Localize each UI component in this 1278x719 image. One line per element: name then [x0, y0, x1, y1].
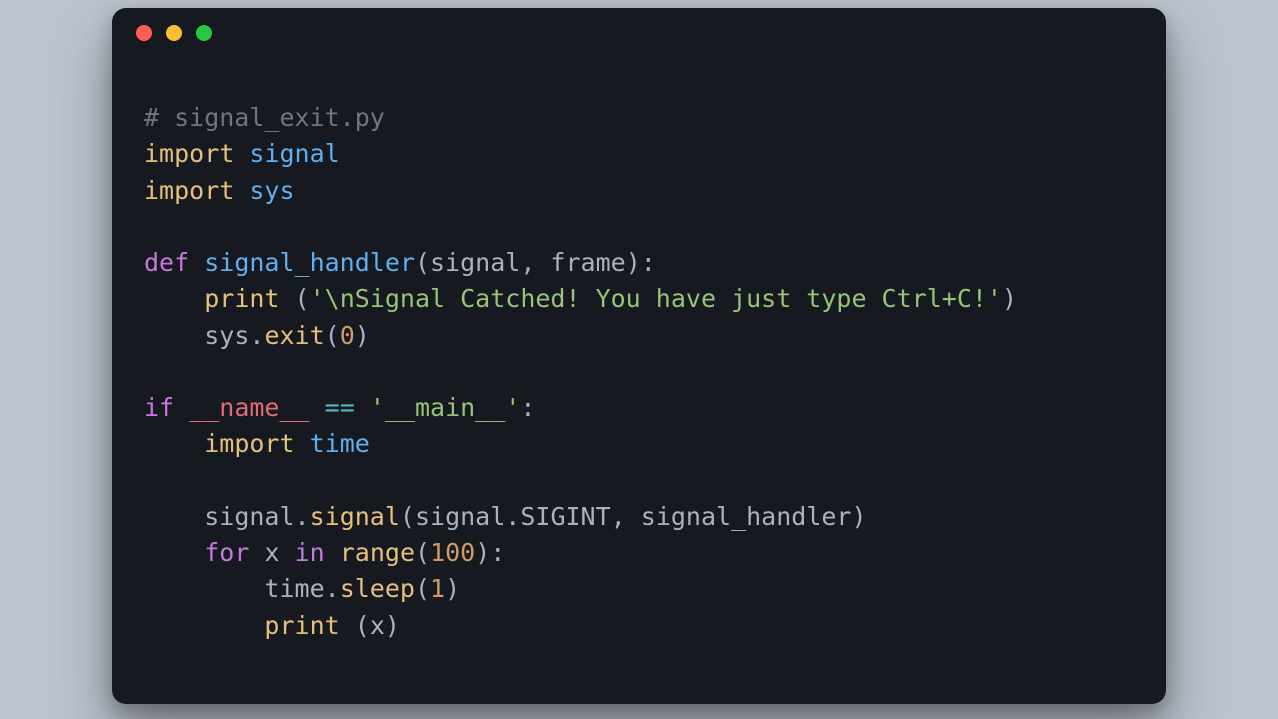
code-token: ) — [385, 611, 400, 640]
code-token: signal — [310, 502, 400, 531]
code-token — [189, 248, 204, 277]
code-token: print — [204, 284, 279, 313]
code-line: for x in range(100): — [144, 535, 1134, 571]
code-token: import — [144, 176, 234, 205]
code-token — [279, 284, 294, 313]
code-token: in — [295, 538, 325, 567]
code-token: exit — [264, 321, 324, 350]
code-token: 100 — [430, 538, 475, 567]
code-token: import — [144, 139, 234, 168]
code-line: import signal — [144, 136, 1134, 172]
window-titlebar — [112, 8, 1166, 58]
code-token: , — [611, 502, 641, 531]
code-token: sleep — [340, 574, 415, 603]
code-token: def — [144, 248, 189, 277]
editor-window: # signal_exit.pyimport signalimport sys … — [112, 8, 1166, 704]
code-block: # signal_exit.pyimport signalimport sys … — [112, 58, 1166, 644]
code-token: for — [204, 538, 249, 567]
close-icon[interactable] — [136, 25, 152, 41]
code-token — [355, 393, 370, 422]
code-token: ) — [355, 321, 370, 350]
code-token — [144, 321, 204, 350]
minimize-icon[interactable] — [166, 25, 182, 41]
code-token: # signal_exit.py — [144, 103, 385, 132]
code-token: ): — [626, 248, 656, 277]
code-token — [340, 611, 355, 640]
code-line: import sys — [144, 173, 1134, 209]
code-line: def signal_handler(signal, frame): — [144, 245, 1134, 281]
code-line — [144, 209, 1134, 245]
code-token: ( — [415, 574, 430, 603]
code-token: signal — [430, 248, 520, 277]
code-token: time — [264, 574, 324, 603]
code-line: sys.exit(0) — [144, 318, 1134, 354]
code-line: import time — [144, 426, 1134, 462]
code-line — [144, 354, 1134, 390]
code-line: if __name__ == '__main__': — [144, 390, 1134, 426]
code-token: ( — [295, 284, 310, 313]
code-token — [144, 538, 204, 567]
code-token — [144, 574, 264, 603]
code-token: ( — [355, 611, 370, 640]
code-token — [249, 538, 264, 567]
code-token: x — [370, 611, 385, 640]
code-line: time.sleep(1) — [144, 571, 1134, 607]
code-token — [144, 502, 204, 531]
code-token — [325, 538, 340, 567]
code-token: signal — [415, 502, 505, 531]
code-line: # signal_exit.py — [144, 100, 1134, 136]
code-token — [234, 139, 249, 168]
code-token — [310, 393, 325, 422]
code-token: print — [264, 611, 339, 640]
code-token: == — [325, 393, 355, 422]
code-token: time — [310, 429, 370, 458]
code-token: ( — [415, 248, 430, 277]
code-token: 1 — [430, 574, 445, 603]
code-token — [144, 429, 204, 458]
code-token: ( — [325, 321, 340, 350]
code-token — [174, 393, 189, 422]
code-token — [295, 429, 310, 458]
code-token: signal_handler — [641, 502, 852, 531]
code-token: '__main__' — [370, 393, 521, 422]
code-token: x — [264, 538, 279, 567]
code-token: ) — [445, 574, 460, 603]
code-token: range — [340, 538, 415, 567]
code-token: . — [295, 502, 310, 531]
code-token — [280, 538, 295, 567]
code-token: sys — [249, 176, 294, 205]
code-token: signal_handler — [204, 248, 415, 277]
code-token: . — [249, 321, 264, 350]
code-line — [144, 463, 1134, 499]
code-token: signal — [249, 139, 339, 168]
code-line: signal.signal(signal.SIGINT, signal_hand… — [144, 499, 1134, 535]
code-line: print ('\nSignal Catched! You have just … — [144, 281, 1134, 317]
code-token: frame — [550, 248, 625, 277]
code-token: if — [144, 393, 174, 422]
code-token: , — [520, 248, 550, 277]
code-token: __name__ — [189, 393, 309, 422]
code-token: import — [204, 429, 294, 458]
code-token — [144, 284, 204, 313]
code-token — [144, 611, 264, 640]
code-token: sys — [204, 321, 249, 350]
zoom-icon[interactable] — [196, 25, 212, 41]
code-line: print (x) — [144, 608, 1134, 644]
code-token: SIGINT — [520, 502, 610, 531]
code-token: ) — [851, 502, 866, 531]
code-token: '\nSignal Catched! You have just type Ct… — [310, 284, 1002, 313]
code-token: : — [520, 393, 535, 422]
code-token: ) — [1002, 284, 1017, 313]
code-token: . — [505, 502, 520, 531]
code-token: . — [325, 574, 340, 603]
code-token: ( — [400, 502, 415, 531]
code-token: ): — [475, 538, 505, 567]
code-token: signal — [204, 502, 294, 531]
code-token: ( — [415, 538, 430, 567]
code-token: 0 — [340, 321, 355, 350]
code-token — [234, 176, 249, 205]
